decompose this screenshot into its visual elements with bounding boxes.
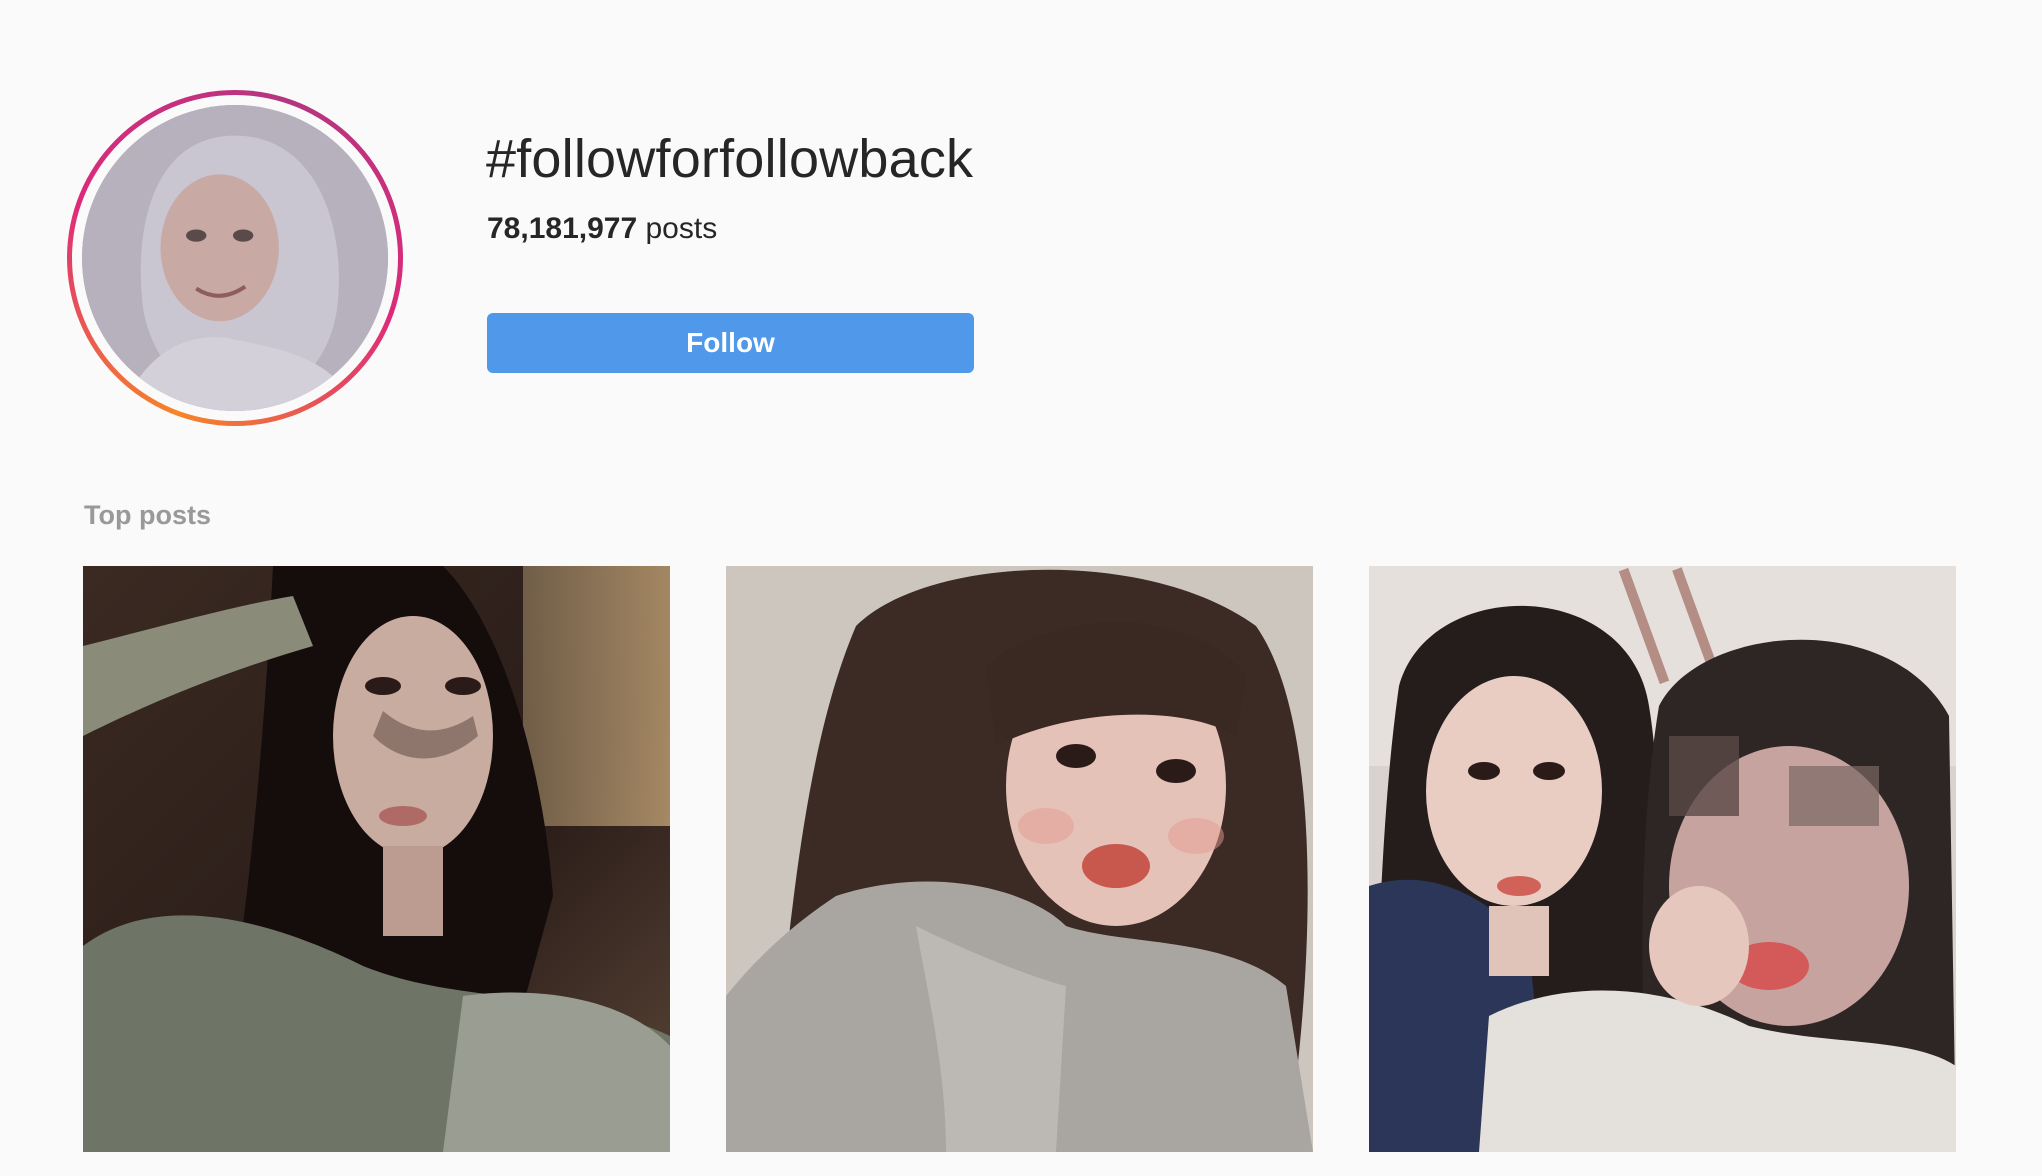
top-posts-grid — [83, 566, 1956, 1152]
post-count-number: 78,181,977 — [487, 212, 638, 245]
post-count: 78,181,977 posts — [487, 212, 717, 246]
post-tile-1[interactable] — [83, 566, 670, 1152]
follow-button[interactable]: Follow — [487, 313, 974, 373]
top-posts-label: Top posts — [84, 500, 211, 530]
hashtag-page: #followforfollowback 78,181,977 posts Fo… — [0, 0, 2042, 1176]
avatar-photo — [82, 105, 388, 411]
post-tile-3[interactable] — [1369, 566, 1956, 1152]
post-photo-1 — [83, 566, 670, 1152]
post-photo-3 — [1369, 566, 1956, 1152]
post-tile-2[interactable] — [726, 566, 1313, 1152]
post-count-suffix: posts — [645, 212, 718, 245]
post-photo-2 — [726, 566, 1313, 1152]
hashtag-avatar[interactable] — [82, 105, 388, 411]
hashtag-avatar-ring[interactable] — [67, 90, 403, 426]
hashtag-title: #followforfollowback — [486, 129, 974, 189]
